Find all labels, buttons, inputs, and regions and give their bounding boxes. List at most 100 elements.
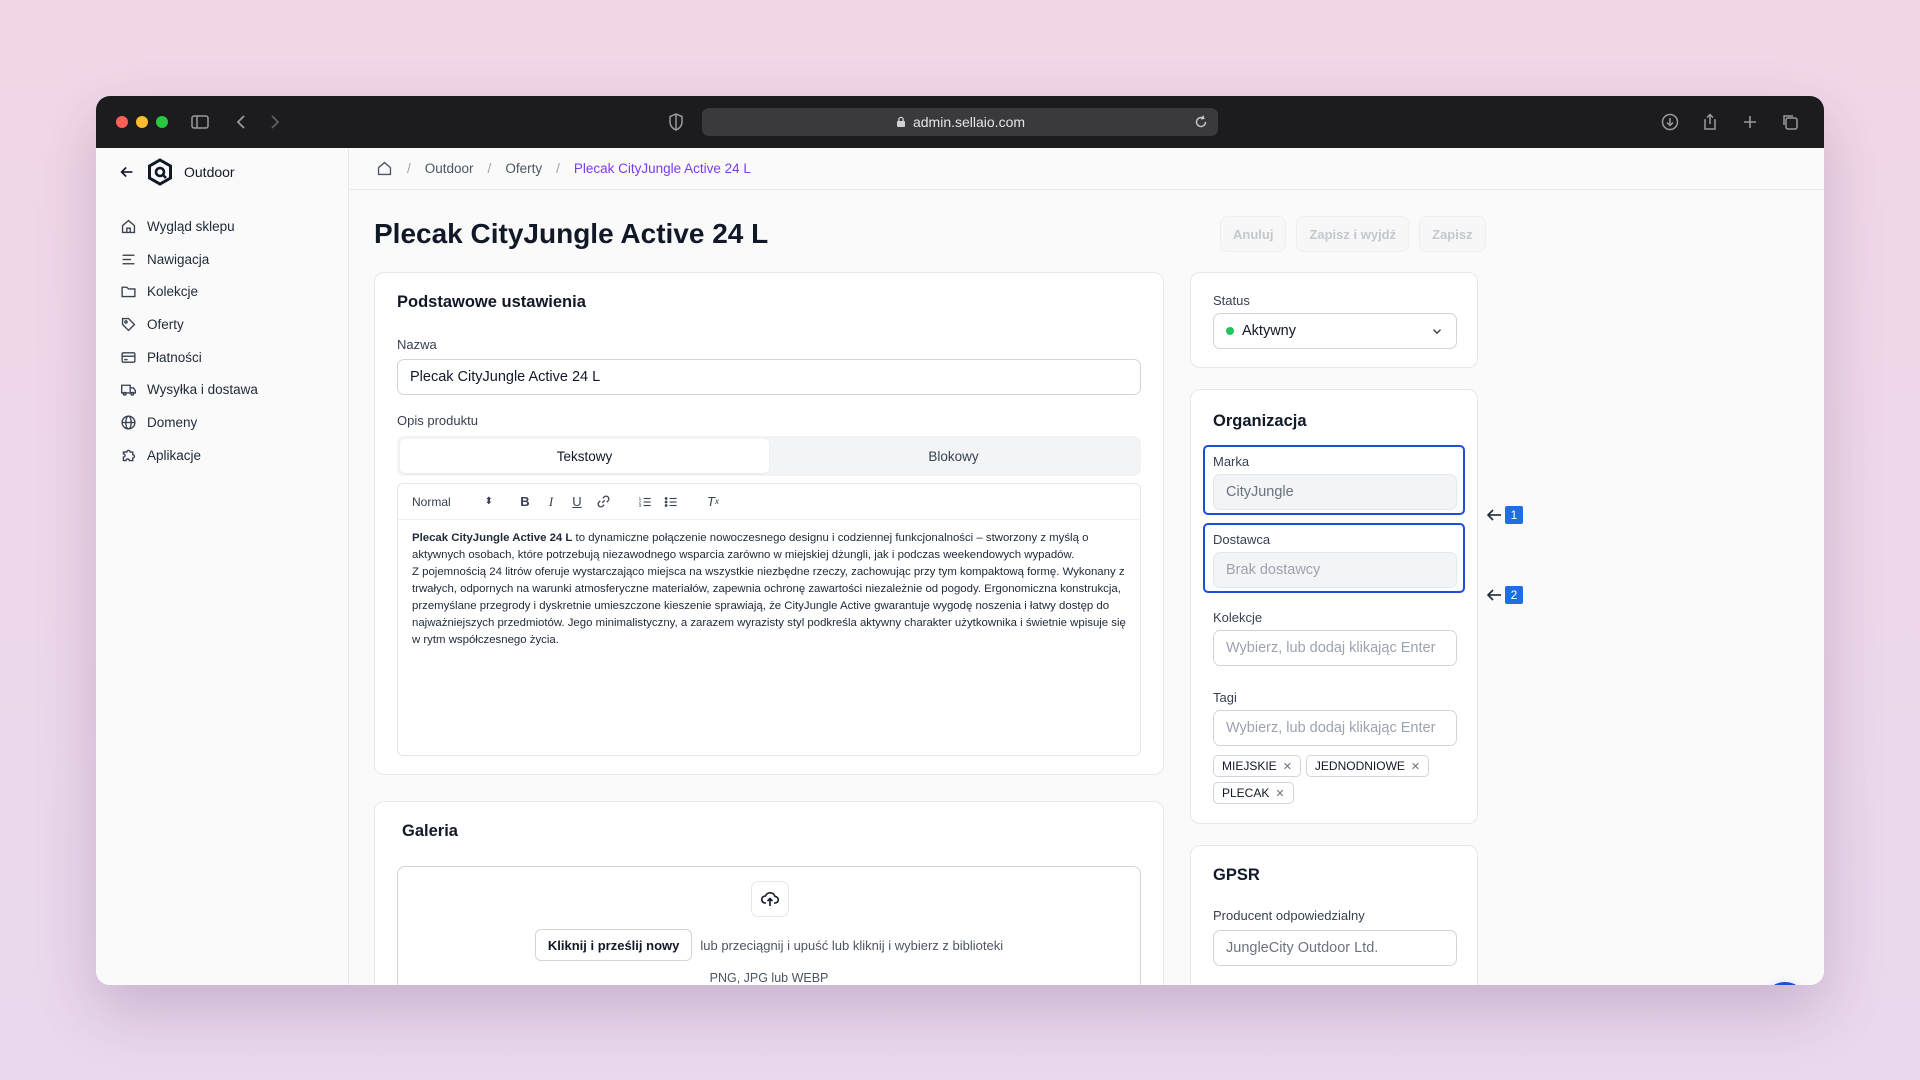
basic-settings-title: Podstawowe ustawienia xyxy=(397,293,586,311)
remove-tag-icon[interactable]: ✕ xyxy=(1283,760,1292,773)
upload-formats: PNG, JPG lub WEBP xyxy=(709,971,829,985)
tag-chip-label: PLECAK xyxy=(1222,786,1270,800)
description-text[interactable]: Plecak CityJungle Active 24 L to dynamic… xyxy=(398,520,1140,659)
sidebar-item-label: Kolekcje xyxy=(147,284,199,300)
tags-input[interactable]: Wybierz, lub dodaj klikając Enter xyxy=(1213,710,1457,746)
status-select[interactable]: Aktywny xyxy=(1213,313,1457,349)
home-icon xyxy=(121,219,136,233)
tag-chips: MIEJSKIE ✕ JEDNODNIOWE ✕ PLECAK ✕ xyxy=(1213,755,1463,804)
sidebar-item-label: Płatności xyxy=(147,349,202,365)
new-tab-icon[interactable] xyxy=(1738,110,1762,134)
reload-icon[interactable] xyxy=(1192,113,1210,131)
collections-input[interactable]: Wybierz, lub dodaj klikając Enter xyxy=(1213,630,1457,666)
description-mode-tabs: Tekstowy Blokowy xyxy=(397,436,1141,476)
sidebar-item-wyglad-sklepu[interactable]: Wygląd sklepu xyxy=(120,210,258,243)
breadcrumb-item-oferty[interactable]: Oferty xyxy=(505,161,542,176)
sidebar-item-oferty[interactable]: Oferty xyxy=(120,308,258,341)
globe-icon xyxy=(121,415,136,430)
folder-icon xyxy=(121,286,136,298)
breadcrumb-item-outdoor[interactable]: Outdoor xyxy=(425,161,474,176)
tag-chip: PLECAK ✕ xyxy=(1213,782,1294,804)
sidebar-item-wysylka[interactable]: Wysyłka i dostawa xyxy=(120,373,258,406)
minimize-window-button[interactable] xyxy=(136,116,148,128)
clear-format-icon[interactable]: Tx xyxy=(706,494,720,509)
sidebar-item-label: Wysyłka i dostawa xyxy=(147,382,258,398)
sidebar-item-platnosci[interactable]: Płatności xyxy=(120,341,258,374)
sidebar-item-label: Oferty xyxy=(147,316,184,332)
store-name[interactable]: Outdoor xyxy=(184,164,235,180)
upload-dropzone[interactable]: Kliknij i prześlij nowy lub przeciągnij … xyxy=(397,866,1141,985)
tags-label: Tagi xyxy=(1213,690,1237,705)
zoom-window-button[interactable] xyxy=(156,116,168,128)
url-text: admin.sellaio.com xyxy=(912,114,1026,130)
name-input[interactable]: Plecak CityJungle Active 24 L xyxy=(397,359,1141,395)
producer-input[interactable]: JungleCity Outdoor Ltd. xyxy=(1213,930,1457,966)
upload-hint: lub przeciągnij i upuść lub kliknij i wy… xyxy=(700,937,1004,953)
status-label: Status xyxy=(1213,293,1250,308)
tag-chip-label: MIEJSKIE xyxy=(1222,759,1277,773)
save-and-exit-button[interactable]: Zapisz i wyjdź xyxy=(1296,216,1410,252)
sidebar-item-label: Aplikacje xyxy=(147,447,202,463)
window-controls xyxy=(116,116,168,128)
share-icon[interactable] xyxy=(1698,110,1722,134)
credit-card-icon xyxy=(121,351,136,363)
puzzle-icon xyxy=(122,449,136,461)
tab-blokowy[interactable]: Blokowy xyxy=(769,439,1138,473)
back-nav-icon[interactable] xyxy=(230,110,254,134)
address-bar[interactable]: admin.sellaio.com xyxy=(702,108,1218,136)
tag-icon xyxy=(121,317,136,332)
link-icon[interactable] xyxy=(596,495,610,509)
tab-tekstowy[interactable]: Tekstowy xyxy=(400,439,769,473)
tab-overview-icon[interactable] xyxy=(1778,110,1802,134)
description-label: Opis produktu xyxy=(397,413,478,428)
status-value: Aktywny xyxy=(1242,323,1296,339)
collections-label: Kolekcje xyxy=(1213,610,1263,625)
format-select[interactable]: Normal ⬍ xyxy=(412,495,494,509)
callout-number: 1 xyxy=(1505,506,1523,524)
sidebar-item-nawigacja[interactable]: Nawigacja xyxy=(120,243,258,276)
supplier-input[interactable]: Brak dostawcy xyxy=(1213,552,1457,588)
sidebar-item-label: Nawigacja xyxy=(147,251,210,267)
upload-new-button[interactable]: Kliknij i prześlij nowy xyxy=(534,929,693,961)
sidebar-toggle-icon[interactable] xyxy=(188,110,212,134)
lock-icon xyxy=(896,116,905,127)
gpsr-title: GPSR xyxy=(1213,866,1260,884)
home-breadcrumb-icon[interactable] xyxy=(376,160,393,177)
arrow-left-icon xyxy=(1486,509,1501,521)
bold-icon[interactable]: B xyxy=(518,494,532,509)
ordered-list-icon[interactable]: 123 xyxy=(638,495,652,509)
underline-icon[interactable]: U xyxy=(570,494,584,509)
italic-icon[interactable]: I xyxy=(544,494,558,509)
upload-row: Kliknij i prześlij nowy lub przeciągnij … xyxy=(398,929,1140,961)
back-arrow-icon[interactable] xyxy=(118,163,136,181)
close-window-button[interactable] xyxy=(116,116,128,128)
menu-lines-icon xyxy=(122,254,135,264)
description-bold: Plecak CityJungle Active 24 L xyxy=(412,532,573,544)
remove-tag-icon[interactable]: ✕ xyxy=(1411,760,1420,773)
privacy-shield-icon[interactable] xyxy=(664,110,688,134)
download-icon[interactable] xyxy=(1658,110,1682,134)
name-label: Nazwa xyxy=(397,337,437,352)
sidebar-header: Outdoor xyxy=(118,158,235,186)
forward-nav-icon[interactable] xyxy=(262,110,286,134)
cancel-button[interactable]: Anuluj xyxy=(1220,216,1287,252)
remove-tag-icon[interactable]: ✕ xyxy=(1275,787,1284,800)
gpsr-card: GPSR Producent odpowiedzialny JungleCity… xyxy=(1190,845,1478,985)
brand-label: Marka xyxy=(1213,454,1250,469)
tag-chip-label: JEDNODNIOWE xyxy=(1314,759,1405,773)
bullet-list-icon[interactable] xyxy=(664,495,678,509)
upload-cloud-icon xyxy=(751,881,789,917)
brand-input[interactable]: CityJungle xyxy=(1213,474,1457,510)
producer-label: Producent odpowiedzialny xyxy=(1213,908,1365,923)
save-button[interactable]: Zapisz xyxy=(1419,216,1486,252)
status-value-wrap: Aktywny xyxy=(1226,323,1296,339)
breadcrumb-current: Plecak CityJungle Active 24 L xyxy=(573,161,751,176)
select-arrows-icon: ⬍ xyxy=(484,495,494,507)
sidebar-item-domeny[interactable]: Domeny xyxy=(120,406,258,439)
sidebar-item-kolekcje[interactable]: Kolekcje xyxy=(120,275,258,308)
breadcrumb-separator: / xyxy=(407,161,411,176)
rich-text-editor: Normal ⬍ B I U 123 T x Plecak CityJungle… xyxy=(397,483,1141,756)
callout-marker-2: 2 xyxy=(1486,586,1523,604)
sidebar-item-label: Domeny xyxy=(147,414,198,430)
sidebar-item-aplikacje[interactable]: Aplikacje xyxy=(120,439,258,472)
